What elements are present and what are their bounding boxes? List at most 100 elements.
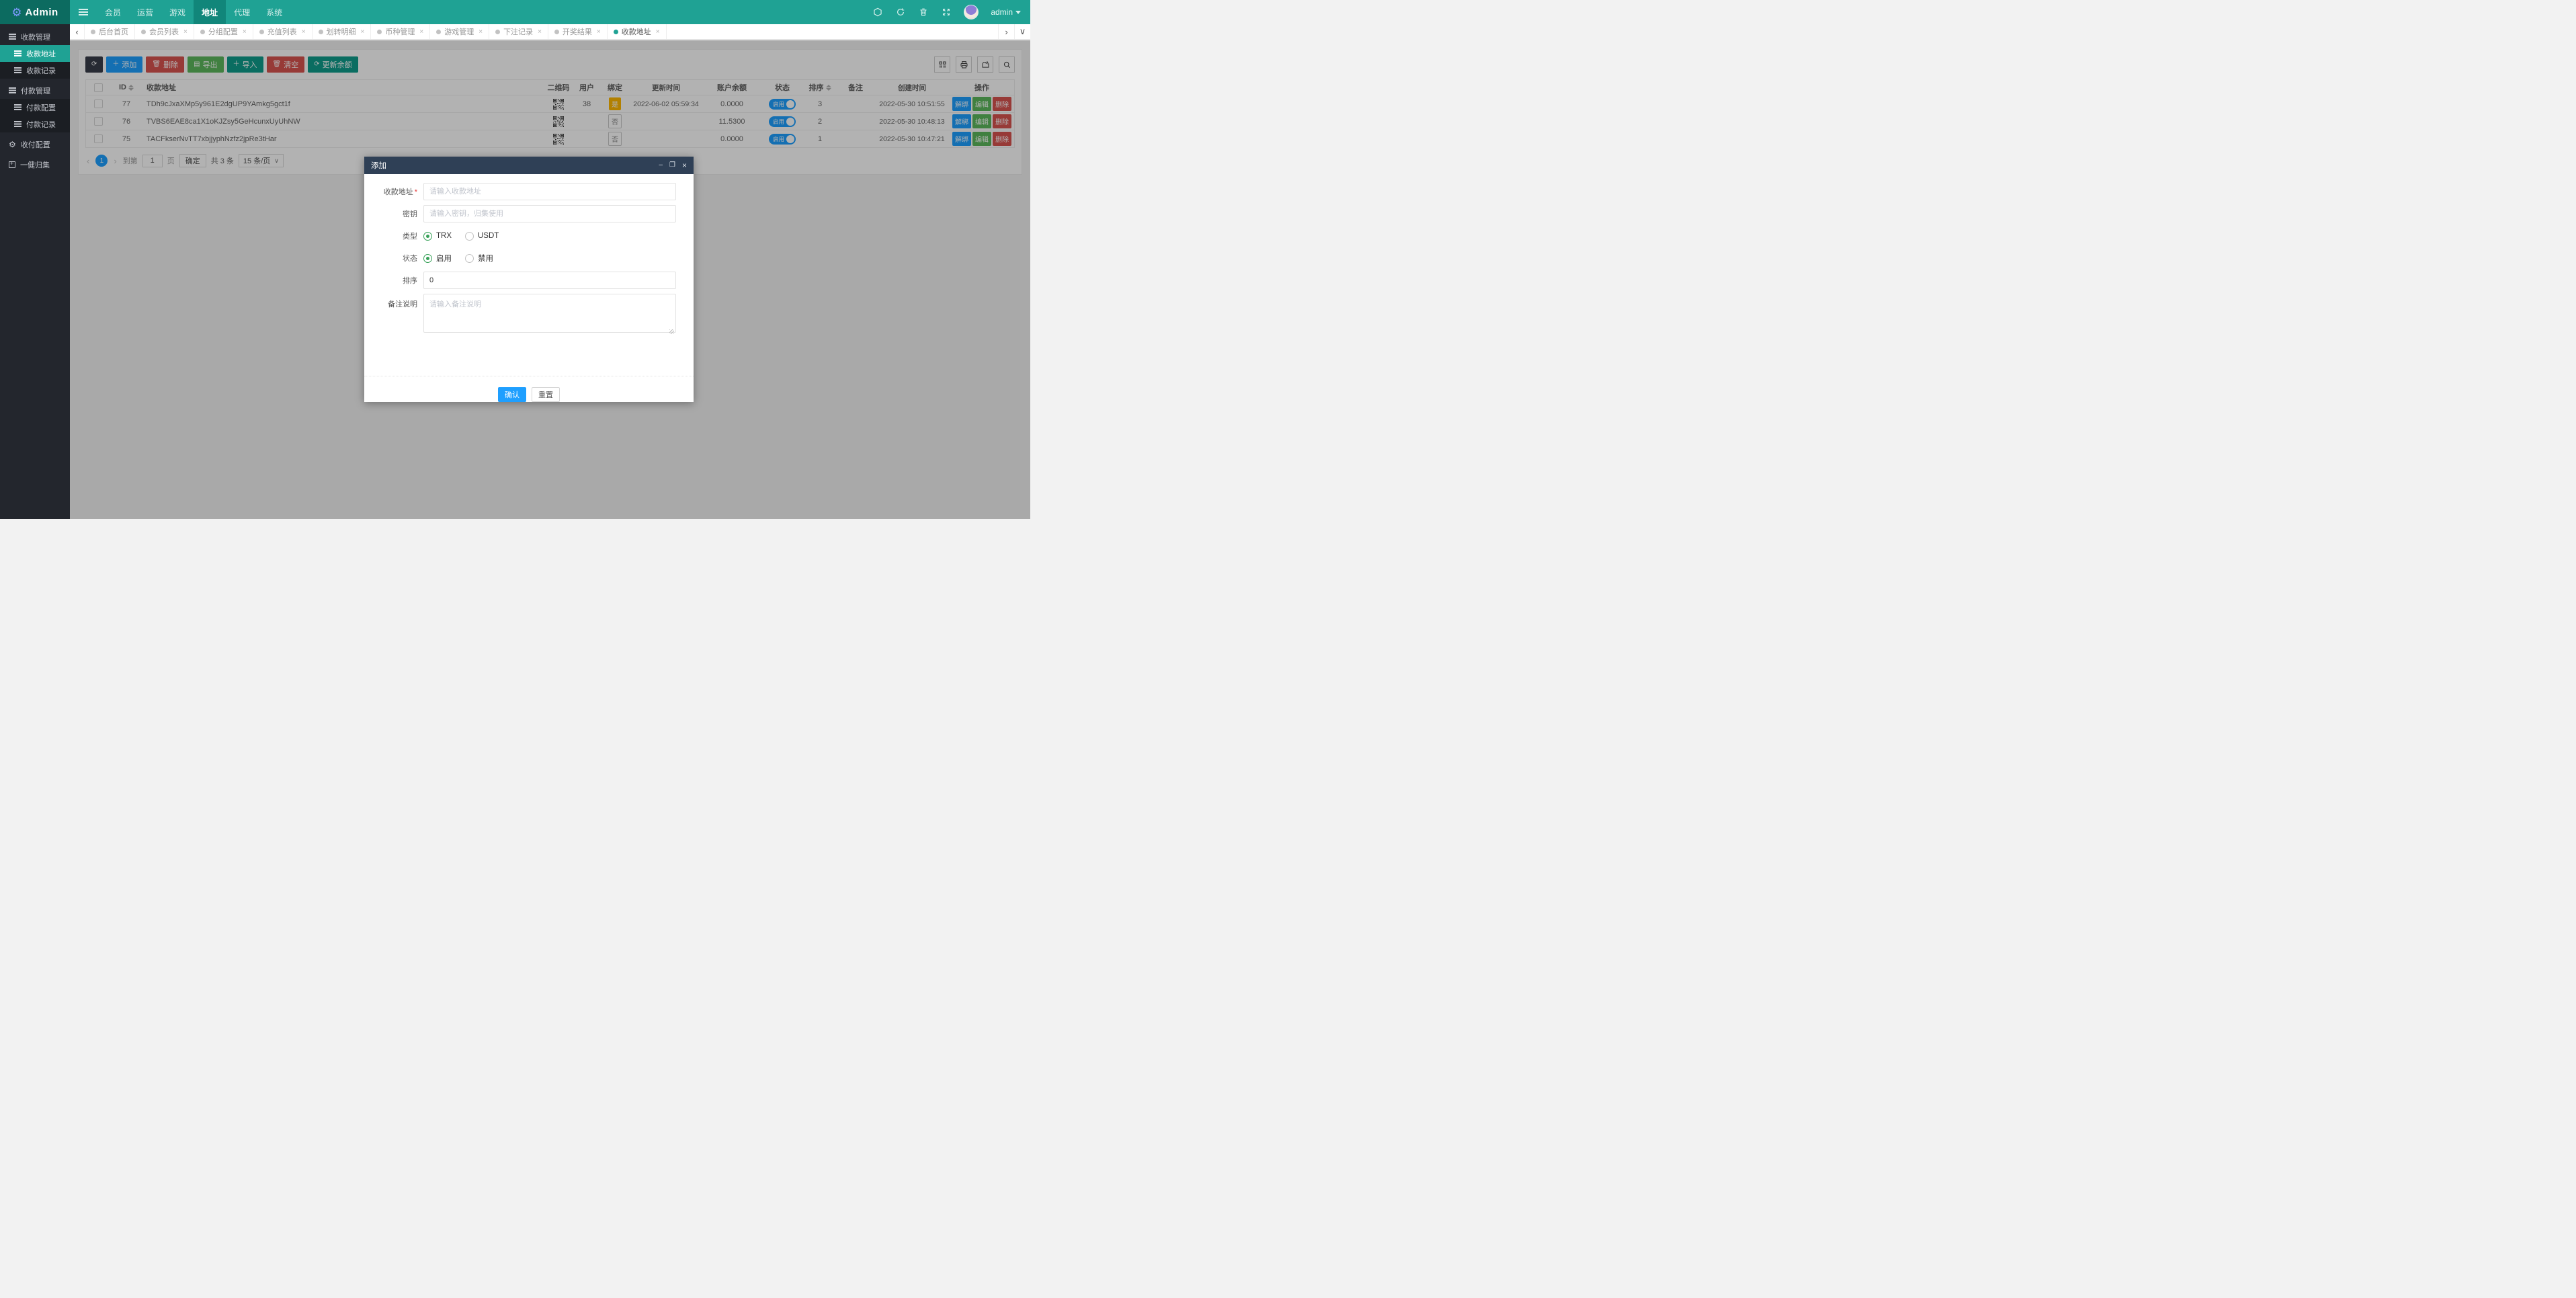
tab-分组配置[interactable]: 分组配置 × xyxy=(194,24,253,39)
sidebar-item-label: 收款记录 xyxy=(26,67,56,75)
nav-item-运营[interactable]: 运营 xyxy=(129,0,161,24)
radio-group-类型: TRX USDT xyxy=(423,227,499,245)
sidebar: 收款管理收款地址收款记录付款管理付款配置付款记录 ⚙ 收付配置一健归集 xyxy=(0,24,70,519)
radio-option-USDT[interactable]: USDT xyxy=(465,231,499,241)
collapse-sidebar-button[interactable] xyxy=(70,0,97,24)
theme-hexagon-icon[interactable] xyxy=(872,7,883,17)
field-textarea-备注说明[interactable] xyxy=(423,294,676,333)
tab-开奖结果[interactable]: 开奖结果 × xyxy=(548,24,608,39)
form-row-收款地址: 收款地址 * xyxy=(364,183,684,200)
sidebar-item-付款记录[interactable]: 付款记录 xyxy=(0,116,70,132)
sidebar-item-label: 付款配置 xyxy=(26,104,56,112)
navbar-actions: admin xyxy=(872,0,1030,24)
modal-form: 收款地址* 密钥类型 TRX USDT 状态 启用 禁用排序备注说明 xyxy=(364,174,694,370)
tab-收款地址[interactable]: 收款地址 × xyxy=(608,24,667,39)
sidebar-item-label: 一健归集 xyxy=(20,161,50,169)
tab-close-icon[interactable]: × xyxy=(656,28,660,36)
minimize-button[interactable]: – xyxy=(659,162,663,169)
list-icon xyxy=(14,121,22,127)
tab-label: 划转明细 xyxy=(326,28,356,36)
trash-icon[interactable] xyxy=(918,7,929,17)
tab-status-dot xyxy=(318,29,323,34)
tab-后台首页[interactable]: 后台首页 xyxy=(85,24,135,39)
user-menu[interactable]: admin xyxy=(991,7,1021,17)
sidebar-item-付款管理[interactable]: 付款管理 xyxy=(0,82,70,99)
tabs-scroll-left-button[interactable]: ‹ xyxy=(70,24,85,39)
list-icon xyxy=(14,104,22,110)
nav-item-系统[interactable]: 系统 xyxy=(258,0,290,24)
modal-footer: 确认 重置 xyxy=(364,376,694,402)
tab-充值列表[interactable]: 充值列表 × xyxy=(253,24,313,39)
reset-button[interactable]: 重置 xyxy=(532,387,560,402)
field-input-收款地址[interactable] xyxy=(423,183,676,200)
tab-bar: ‹ 后台首页 会员列表 × 分组配置 × 充值列表 × 划转明细 × 币种管理 × 游戏管理 × 下注记录… xyxy=(70,24,1030,40)
tab-close-icon[interactable]: × xyxy=(538,28,542,36)
list-icon xyxy=(14,67,22,73)
radio-group-状态: 启用 禁用 xyxy=(423,249,493,267)
sidebar-item-收款记录[interactable]: 收款记录 xyxy=(0,62,70,79)
radio-option-TRX[interactable]: TRX xyxy=(423,231,452,241)
modal-header[interactable]: 添加 – ❐ × xyxy=(364,157,694,174)
nav-item-会员[interactable]: 会员 xyxy=(97,0,129,24)
form-row-类型: 类型 TRX USDT xyxy=(364,227,684,245)
gear-icon: ⚙ xyxy=(9,139,16,149)
sidebar-item-收款地址[interactable]: 收款地址 xyxy=(0,45,70,62)
tab-status-dot xyxy=(200,29,205,34)
tab-会员列表[interactable]: 会员列表 × xyxy=(135,24,194,39)
maximize-button[interactable]: ❐ xyxy=(669,162,675,169)
tab-币种管理[interactable]: 币种管理 × xyxy=(371,24,431,39)
close-button[interactable]: × xyxy=(682,161,687,169)
tab-status-dot xyxy=(141,29,146,34)
tab-下注记录[interactable]: 下注记录 × xyxy=(489,24,548,39)
radio-option-启用[interactable]: 启用 xyxy=(423,253,452,263)
radio-icon xyxy=(423,231,432,241)
nav-item-地址[interactable]: 地址 xyxy=(194,0,226,24)
tab-label: 充值列表 xyxy=(267,28,297,36)
radio-label: 禁用 xyxy=(478,255,493,263)
tab-close-icon[interactable]: × xyxy=(597,28,601,36)
nav-item-游戏[interactable]: 游戏 xyxy=(161,0,194,24)
tab-close-icon[interactable]: × xyxy=(302,28,306,36)
modal-title: 添加 xyxy=(371,162,386,170)
tab-游戏管理[interactable]: 游戏管理 × xyxy=(430,24,490,39)
tab-划转明细[interactable]: 划转明细 × xyxy=(313,24,372,39)
user-avatar[interactable] xyxy=(964,5,979,19)
radio-label: 启用 xyxy=(436,255,452,263)
sidebar-item-付款配置[interactable]: 付款配置 xyxy=(0,99,70,116)
field-label: 状态 xyxy=(403,255,417,263)
top-navbar: ⚙ Admin 会员 运营 游戏 地址 代理 系统 admin xyxy=(0,0,1030,24)
sidebar-item-label: 收款管理 xyxy=(21,33,50,42)
tabs-scroll-right-button[interactable]: › xyxy=(998,24,1014,39)
list-icon xyxy=(14,50,22,56)
tab-close-icon[interactable]: × xyxy=(419,28,423,36)
field-input-密钥[interactable] xyxy=(423,205,676,222)
field-input-排序[interactable] xyxy=(423,272,676,289)
radio-icon xyxy=(465,231,474,241)
tab-close-icon[interactable]: × xyxy=(243,28,247,36)
sidebar-item-label: 付款记录 xyxy=(26,120,56,129)
tabs-right-controls: › ∨ xyxy=(998,24,1030,39)
sidebar-item-收款管理[interactable]: 收款管理 xyxy=(0,28,70,45)
field-label: 排序 xyxy=(403,277,417,285)
form-row-密钥: 密钥 xyxy=(364,205,684,222)
radio-label: TRX xyxy=(436,232,452,240)
tab-label: 开奖结果 xyxy=(562,28,592,36)
nav-item-代理[interactable]: 代理 xyxy=(226,0,258,24)
user-name: admin xyxy=(991,7,1013,17)
tab-close-icon[interactable]: × xyxy=(479,28,483,36)
radio-label: USDT xyxy=(478,232,499,240)
chevron-down-icon xyxy=(1015,10,1021,14)
tab-close-icon[interactable]: × xyxy=(361,28,365,36)
confirm-button[interactable]: 确认 xyxy=(498,387,526,402)
tab-close-icon[interactable]: × xyxy=(183,28,188,36)
refresh-icon[interactable] xyxy=(895,7,906,17)
radio-option-禁用[interactable]: 禁用 xyxy=(465,253,493,263)
sidebar-item-一健归集[interactable]: 一健归集 xyxy=(0,156,70,173)
sidebar-item-label: 付款管理 xyxy=(21,87,50,95)
sidebar-item-收付配置[interactable]: ⚙ 收付配置 xyxy=(0,136,70,153)
tab-status-dot xyxy=(495,29,501,34)
tab-status-dot xyxy=(259,29,264,34)
tabs-menu-button[interactable]: ∨ xyxy=(1014,24,1030,39)
fullscreen-icon[interactable] xyxy=(941,7,952,17)
tab-status-dot xyxy=(377,29,382,34)
